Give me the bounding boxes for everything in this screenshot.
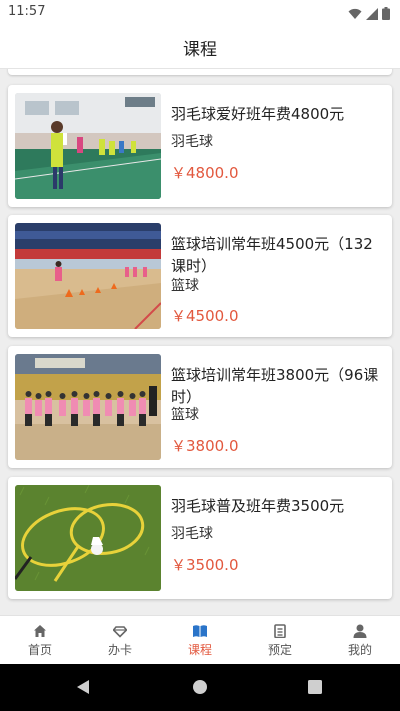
course-title: 篮球培训常年班3800元（96课时） [171, 366, 379, 406]
course-image [15, 93, 161, 199]
status-time: 11:57 [8, 4, 46, 19]
recents-icon[interactable] [308, 679, 322, 699]
tab-card[interactable]: 办卡 [80, 616, 160, 665]
tab-course[interactable]: 课程 [160, 616, 240, 665]
system-nav-bar [0, 664, 400, 711]
tab-label: 首页 [27, 643, 52, 657]
course-price: ￥3800.0 [171, 437, 239, 455]
course-card[interactable]: 篮球培训常年班4500元（132课时） 篮球 ￥4500.0 [8, 215, 392, 337]
tab-label: 办卡 [107, 643, 132, 657]
course-image [15, 223, 161, 329]
app-header: 课程 [0, 24, 400, 69]
tab-mine[interactable]: 我的 [320, 616, 400, 665]
home-button-icon[interactable] [192, 679, 208, 699]
course-title: 羽毛球普及班年费3500元 [171, 497, 345, 515]
wifi-icon [348, 5, 362, 24]
page-title: 课程 [183, 40, 217, 60]
course-title: 羽毛球爱好班年费4800元 [171, 105, 345, 123]
home-icon [33, 623, 47, 642]
course-card[interactable]: 羽毛球爱好班年费4800元 羽毛球 ￥4800.0 [8, 85, 392, 207]
signal-icon [366, 5, 378, 24]
course-title: 篮球培训常年班4500元（132课时） [171, 235, 373, 275]
course-price: ￥4800.0 [171, 164, 239, 182]
tab-label: 课程 [187, 643, 212, 657]
tab-home[interactable]: 首页 [0, 616, 80, 665]
tab-booking[interactable]: 预定 [240, 616, 320, 665]
diamond-icon [112, 623, 128, 642]
course-card[interactable]: 羽毛球普及班年费3500元 羽毛球 ￥3500.0 [8, 477, 392, 599]
bottom-nav: 首页 办卡 课程 预定 我的 [0, 615, 400, 665]
course-category: 羽毛球 [171, 134, 213, 150]
tab-label: 预定 [267, 643, 292, 657]
course-category: 篮球 [171, 407, 199, 423]
book-icon [192, 623, 208, 642]
screen: 11:57 课程 羽毛球爱好班年费4800元 羽毛球 ￥4800.0 篮球培训常… [0, 0, 400, 711]
status-bar: 11:57 [0, 0, 400, 24]
course-category: 篮球 [171, 278, 199, 294]
course-card-partial[interactable] [8, 69, 392, 75]
clipboard-icon [274, 623, 286, 642]
battery-icon [382, 5, 390, 24]
course-list[interactable]: 羽毛球爱好班年费4800元 羽毛球 ￥4800.0 篮球培训常年班4500元（1… [0, 69, 400, 615]
course-image [15, 485, 161, 591]
tab-label: 我的 [347, 643, 372, 657]
course-card[interactable]: 篮球培训常年班3800元（96课时） 篮球 ￥3800.0 [8, 346, 392, 468]
person-icon [353, 623, 367, 642]
course-price: ￥4500.0 [171, 307, 239, 325]
back-icon[interactable] [76, 679, 90, 699]
course-category: 羽毛球 [171, 526, 213, 542]
status-icons [348, 5, 390, 24]
course-image [15, 354, 161, 460]
course-price: ￥3500.0 [171, 556, 239, 574]
